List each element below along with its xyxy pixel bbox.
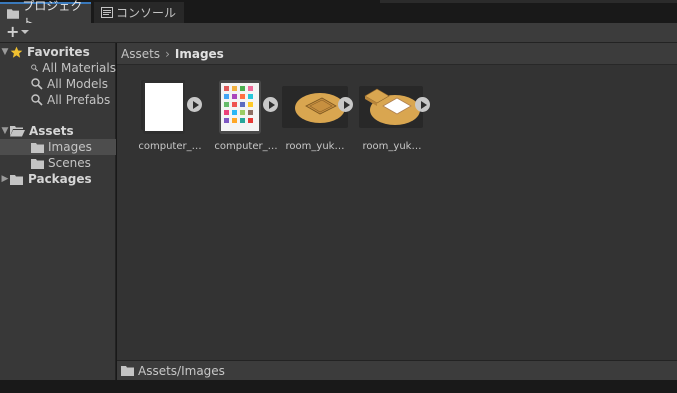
tree-folder-images[interactable]: Images xyxy=(0,139,116,155)
expand-asset-button[interactable] xyxy=(338,97,353,112)
tree-packages[interactable]: ▶ Packages xyxy=(0,171,116,187)
expand-asset-button[interactable] xyxy=(415,97,430,112)
add-asset-button[interactable]: + xyxy=(6,22,30,41)
asset-thumbnail xyxy=(137,78,215,138)
folder-icon xyxy=(121,366,134,376)
asset-name: computer_… xyxy=(138,141,202,152)
expand-asset-button[interactable] xyxy=(263,97,278,112)
tablet-apps-image xyxy=(219,80,261,134)
project-tree-panel: ▼ Favorites All Materials All Models All… xyxy=(0,43,116,380)
asset-name: room_yuk… xyxy=(285,141,345,152)
asset-item[interactable]: room_yuk… xyxy=(359,78,437,158)
favorite-label: All Models xyxy=(47,77,108,91)
tab-project[interactable]: プロジェクト xyxy=(0,0,91,30)
tab-bar-topline xyxy=(380,0,677,3)
breadcrumb-separator-icon: › xyxy=(165,46,170,61)
tree-favorites[interactable]: ▼ Favorites xyxy=(0,44,116,60)
tree-assets[interactable]: ▼ Assets xyxy=(0,123,116,139)
status-bar: Assets/Images xyxy=(117,360,677,380)
tree-folder-scenes[interactable]: Scenes xyxy=(0,155,116,171)
room-items-image xyxy=(364,88,420,125)
expand-asset-button[interactable] xyxy=(187,97,202,112)
asset-thumbnail xyxy=(213,78,291,138)
status-path: Assets/Images xyxy=(138,363,225,378)
asset-item[interactable]: room_yuk… xyxy=(282,78,360,158)
asset-browser-panel: Assets › Images computer_… computer_… ro… xyxy=(117,43,677,380)
breadcrumb-current[interactable]: Images xyxy=(175,47,224,61)
tab-console-label: コンソール xyxy=(116,6,177,20)
asset-name: room_yuk… xyxy=(362,141,422,152)
assets-label: Assets xyxy=(29,124,74,138)
favorites-label: Favorites xyxy=(27,45,90,59)
search-icon xyxy=(31,78,43,90)
breadcrumb: Assets › Images xyxy=(117,43,677,65)
favorite-label: All Materials xyxy=(42,61,116,75)
asset-item[interactable]: computer_… xyxy=(137,78,215,158)
project-toolbar: + xyxy=(0,23,677,43)
tree-favorite-all-prefabs[interactable]: All Prefabs xyxy=(0,92,116,108)
plus-icon: + xyxy=(6,22,20,41)
expand-arrow-icon[interactable]: ▶ xyxy=(0,174,10,184)
tree-favorite-all-materials[interactable]: All Materials xyxy=(0,60,116,76)
breadcrumb-root[interactable]: Assets xyxy=(121,47,160,61)
folder-label: Images xyxy=(48,140,92,154)
search-icon xyxy=(31,64,39,72)
tablet-blank-image xyxy=(143,80,185,134)
folder-icon xyxy=(10,174,23,185)
star-icon xyxy=(10,46,23,58)
bottom-strip xyxy=(0,380,677,393)
chevron-down-icon xyxy=(21,30,30,34)
folder-label: Scenes xyxy=(48,156,91,170)
favorite-label: All Prefabs xyxy=(47,93,111,107)
tab-console[interactable]: コンソール xyxy=(94,2,184,23)
tab-bar: プロジェクト コンソール xyxy=(0,0,677,30)
expand-arrow-icon[interactable]: ▼ xyxy=(0,47,10,57)
expand-arrow-icon[interactable]: ▼ xyxy=(0,126,10,136)
folder-icon xyxy=(7,9,20,19)
tree-favorite-all-models[interactable]: All Models xyxy=(0,76,116,92)
search-icon xyxy=(31,94,43,106)
console-icon xyxy=(101,7,113,18)
folder-icon xyxy=(31,158,44,169)
folder-icon xyxy=(31,142,44,153)
asset-name: computer_… xyxy=(214,141,278,152)
packages-label: Packages xyxy=(28,172,92,186)
folder-open-icon xyxy=(10,126,25,137)
